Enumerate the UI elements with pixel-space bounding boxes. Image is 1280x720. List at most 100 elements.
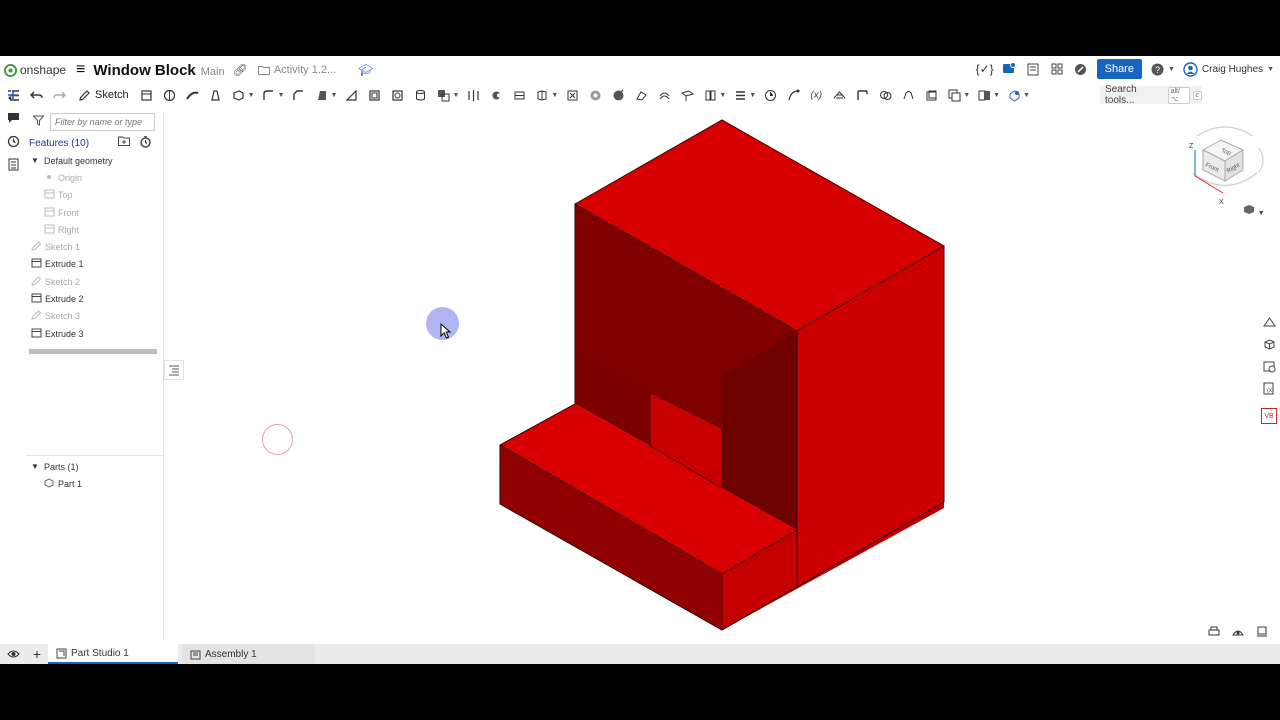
weldment-icon[interactable] [875,86,895,104]
share-button[interactable]: Share [1096,59,1142,79]
boolean-icon[interactable] [433,86,453,104]
cylinder-icon[interactable] [410,86,430,104]
feature-item-sketch-3[interactable]: Sketch 3 [26,308,163,325]
chevron-down-icon[interactable]: ▼ [719,92,726,99]
section-view-icon[interactable] [1261,336,1277,352]
print-icon[interactable] [1208,626,1220,640]
loft-icon[interactable] [206,86,226,104]
split-icon[interactable] [463,86,483,104]
variable-icon[interactable]: (x) [806,86,826,104]
default-geometry-folder[interactable]: ▼ Default geometry [26,152,163,169]
branch-label[interactable]: Main [201,66,225,78]
learning-center-icon[interactable] [1073,61,1089,77]
configurations-icon[interactable] [974,86,994,104]
modify-fillet-icon[interactable] [585,86,605,104]
app-store-icon[interactable] [1049,61,1065,77]
sweep-icon[interactable] [183,86,203,104]
rollback-bar[interactable] [29,349,157,354]
delete-part-icon[interactable] [562,86,582,104]
surface-fill-icon[interactable] [921,86,941,104]
plane-icon[interactable] [677,86,697,104]
hole-icon[interactable] [387,86,407,104]
tab-part-studio-1[interactable]: Part Studio 1 [48,644,178,664]
feature-item-origin[interactable]: Origin [26,169,163,186]
render-studio-icon[interactable]: VB [1261,408,1277,424]
undo-icon[interactable] [26,86,46,104]
link-icon[interactable]: 🔗︎ [233,63,248,77]
history-icon[interactable] [6,134,20,148]
search-tools-input[interactable]: Search tools... alt/⌥ c [1100,84,1202,106]
redo-icon[interactable] [49,86,69,104]
feature-item-sketch-1[interactable]: Sketch 1 [26,238,163,255]
extrude-icon[interactable] [137,86,157,104]
menu-icon[interactable]: ≡ [76,61,85,79]
graphics-viewport[interactable] [165,112,1255,642]
mate-connector-icon[interactable] [700,86,720,104]
folder-breadcrumb[interactable]: Activity 1.2... [257,64,336,76]
insert-icon[interactable] [6,88,20,102]
chamfer-icon[interactable] [289,86,309,104]
part-item[interactable]: Part 1 [26,475,163,492]
feature-item-extrude-1[interactable]: Extrude 1 [26,256,163,273]
graduation-cap-icon[interactable]: 🎓︎ [358,63,373,77]
feature-item-right[interactable]: Right [26,221,163,238]
view-options-icon[interactable]: ▼ [1243,204,1265,218]
window-block-model[interactable] [165,112,1255,642]
zoom-fit-icon[interactable] [1232,626,1244,640]
help-icon[interactable]: ? [1150,61,1166,77]
user-menu[interactable]: Craig Hughes ▼ [1183,61,1274,77]
add-folder-icon[interactable] [118,136,130,151]
chevron-down-icon[interactable]: ▼ [993,92,1000,99]
offset-surface-icon[interactable] [654,86,674,104]
chevron-down-icon[interactable]: ▼ [29,462,41,471]
frame-icon[interactable] [852,86,872,104]
appearance-icon[interactable] [1261,314,1277,330]
surface-icon[interactable] [898,86,918,104]
display-mode-icon[interactable] [1256,626,1268,640]
filter-icon[interactable] [26,115,50,129]
chevron-down-icon[interactable]: ▼ [248,92,255,99]
notifications-icon[interactable] [1001,61,1017,77]
document-icon[interactable] [1025,61,1041,77]
measure-icon[interactable] [760,86,780,104]
chevron-down-icon[interactable]: ▼ [331,92,338,99]
draft-icon[interactable] [312,86,332,104]
transform-icon[interactable] [486,86,506,104]
chevron-down-icon[interactable]: ▼ [1023,92,1030,99]
feature-item-extrude-3[interactable]: Extrude 3 [26,325,163,342]
replace-face-icon[interactable] [631,86,651,104]
sketch-button[interactable]: Sketch [78,89,129,102]
chevron-down-icon[interactable]: ▼ [29,156,41,165]
fillet-icon[interactable] [259,86,279,104]
sheet-metal-icon[interactable] [829,86,849,104]
onshape-logo[interactable]: onshape [4,63,66,77]
move-face-icon[interactable] [608,86,628,104]
feature-item-extrude-2[interactable]: Extrude 2 [26,290,163,307]
features-header[interactable]: Features (10) [26,134,163,152]
add-tab-icon[interactable]: + [26,646,48,662]
featurescript-icon[interactable]: {✓} [976,61,994,77]
tab-assembly-1[interactable]: Assembly 1 [182,644,315,664]
chevron-down-icon[interactable]: ▼ [452,92,459,99]
tab-manager-icon[interactable] [0,648,26,660]
feature-item-top[interactable]: Top [26,187,163,204]
feature-item-front[interactable]: Front [26,204,163,221]
revolve-icon[interactable] [160,86,180,104]
custom-features-icon[interactable] [1004,86,1024,104]
mirror-icon[interactable] [532,86,552,104]
parts-header[interactable]: ▼ Parts (1) [26,458,163,475]
routing-curve-icon[interactable] [783,86,803,104]
pattern-icon[interactable] [509,86,529,104]
view-cube[interactable]: Top Front Right Z X [1185,118,1265,213]
composite-icon[interactable] [944,86,964,104]
chevron-down-icon[interactable]: ▼ [749,92,756,99]
filter-input[interactable] [50,113,155,131]
named-views-icon[interactable] [1261,358,1277,374]
feature-item-sketch-2[interactable]: Sketch 2 [26,273,163,290]
chevron-down-icon[interactable]: ▼ [278,92,285,99]
variable-table-icon[interactable]: (x) [1261,380,1277,396]
help-chevron-icon[interactable]: ▼ [1168,66,1175,73]
thicken-icon[interactable] [229,86,249,104]
helix-icon[interactable] [730,86,750,104]
rib-icon[interactable] [341,86,361,104]
